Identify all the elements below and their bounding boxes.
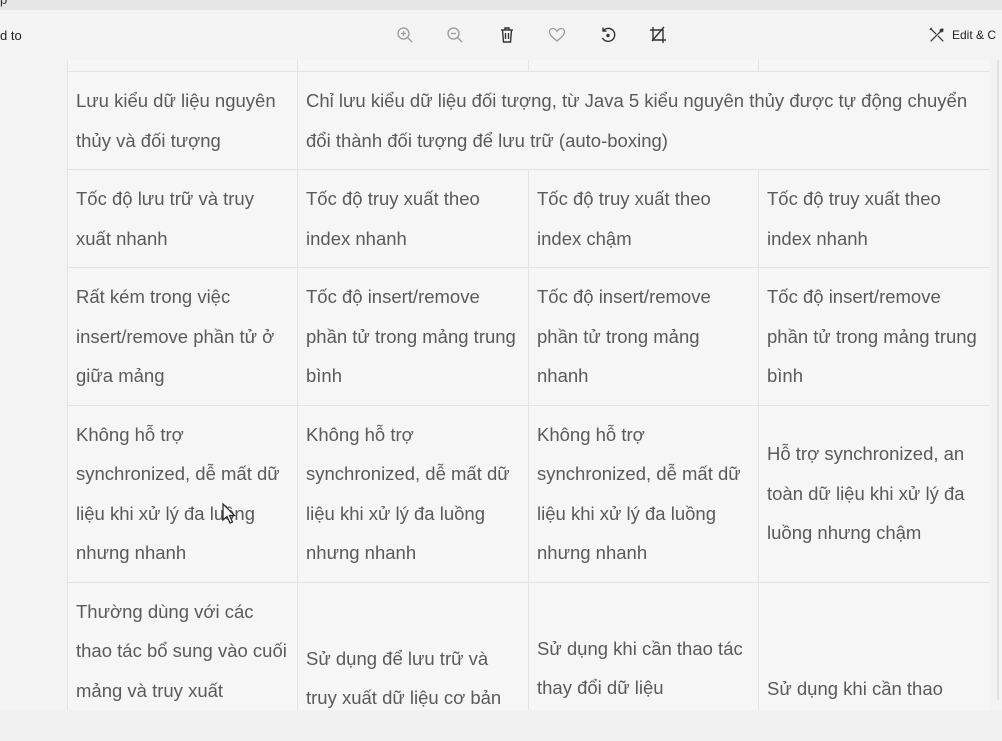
edit-icon [929,27,944,42]
add-to-button[interactable]: d to [0,28,22,43]
comparison-table: Lưu kiểu dữ liệu nguyên thủy và đối tượn… [67,60,990,710]
mouse-cursor-icon [222,503,236,524]
table-row: Tốc độ lưu trữ và truy xuất nhanh Tốc độ… [67,169,990,268]
table-cell: Tốc độ insert/remove phần tử trong mảng … [297,267,529,406]
bottom-bar [0,710,1002,741]
table-cell: Thường dùng với các thao tác bổ sung vào… [67,581,298,710]
favorite-icon[interactable] [545,23,569,47]
table-cell: Hỗ trợ synchronized, an toàn dữ liệu khi… [758,404,990,583]
viewer-toolbar: d to Edit & C [0,10,1002,60]
image-viewer: Lưu kiểu dữ liệu nguyên thủy và đối tượn… [0,60,1002,710]
table-cell: Chỉ lưu kiểu dữ liệu đối tượng, từ Java … [297,71,990,170]
table-cell: Tốc độ truy xuất theo index nhanh [758,169,990,268]
table-cell [297,60,529,72]
table-cell: Lưu kiểu dữ liệu nguyên thủy và đối tượn… [67,71,298,170]
table-row: Rất kém trong việc insert/remove phần tử… [67,267,990,406]
table-cell: Tốc độ insert/remove phần tử trong mảng … [758,267,990,406]
edit-create-label: Edit & C [952,28,997,42]
table-cell: Sử dụng để lưu trữ và truy xuất dữ liệu … [297,581,529,710]
delete-icon[interactable] [495,23,519,47]
table-cell [528,60,759,72]
window-title: p [0,0,7,7]
table-cell: Tốc độ insert/remove phần tử trong mảng … [528,267,759,406]
table-cell: Tốc độ truy xuất theo index nhanh [297,169,529,268]
table-cell [67,60,298,72]
zoom-out-icon[interactable] [443,23,467,47]
scrollbar[interactable] [996,60,1000,700]
zoom-in-icon[interactable] [393,23,417,47]
table-row: Không hỗ trợ synchronized, dễ mất dữ liệ… [67,404,990,583]
table-cell [758,60,990,72]
table-cell: Không hỗ trợ synchronized, dễ mất dữ liệ… [528,404,759,583]
edit-create-button[interactable]: Edit & C [928,24,996,46]
table-cell: Sử dụng khi cần thao [758,581,990,710]
table-row: Thường dùng với các thao tác bổ sung vào… [67,581,990,710]
table-cell: Không hỗ trợ synchronized, dễ mất dữ liệ… [297,404,529,583]
table-row: Lưu kiểu dữ liệu nguyên thủy và đối tượn… [67,71,990,170]
table-cell: Rất kém trong việc insert/remove phần tử… [67,267,298,406]
table-row [67,60,990,72]
table-cell: Không hỗ trợ synchronized, dễ mất dữ liệ… [67,404,298,583]
screenshot-content: Lưu kiểu dữ liệu nguyên thủy và đối tượn… [67,60,990,710]
table-cell: Tốc độ lưu trữ và truy xuất nhanh [67,169,298,268]
title-bar: p [0,0,1002,10]
rotate-icon[interactable] [596,23,620,47]
crop-icon[interactable] [646,23,670,47]
table-cell: Sử dụng khi cần thao tác thay đổi dữ liệ… [528,581,759,710]
table-cell: Tốc độ truy xuất theo index chậm [528,169,759,268]
